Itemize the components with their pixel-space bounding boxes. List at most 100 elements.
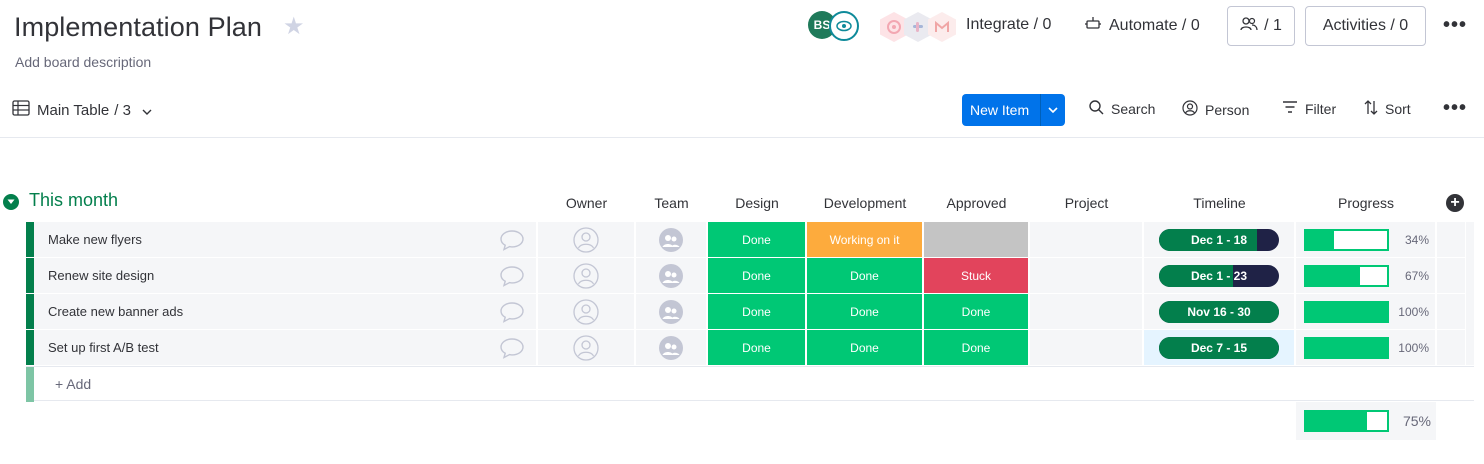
development-status[interactable]: Done	[807, 258, 923, 293]
column-header-project[interactable]: Project	[1030, 195, 1143, 211]
add-item-row[interactable]: + Add	[26, 366, 1474, 402]
team-placeholder-icon	[658, 227, 684, 253]
owner-cell[interactable]	[538, 294, 635, 329]
owner-cell[interactable]	[538, 258, 635, 293]
search-icon	[1089, 100, 1104, 118]
person-placeholder-icon	[573, 298, 599, 325]
board-title[interactable]: Implementation Plan	[14, 12, 262, 43]
robot-icon	[1085, 16, 1101, 35]
integrate-button[interactable]: Integrate / 0	[966, 16, 1051, 34]
people-icon	[1240, 16, 1258, 36]
project-cell[interactable]	[1030, 330, 1143, 365]
row-color-bar	[26, 258, 34, 293]
sort-button[interactable]: Sort	[1364, 100, 1411, 118]
main-table-view[interactable]: Main Table / 3	[12, 100, 152, 120]
automate-button[interactable]: Automate / 0	[1085, 16, 1200, 35]
group-collapse-icon[interactable]	[3, 194, 19, 210]
column-header-timeline[interactable]: Timeline	[1144, 195, 1295, 211]
group-title[interactable]: This month	[29, 190, 118, 211]
owner-cell[interactable]	[538, 222, 635, 257]
search-button[interactable]: Search	[1089, 100, 1155, 118]
row-color-bar	[26, 294, 34, 329]
item-name[interactable]: Set up first A/B test	[34, 330, 537, 365]
column-header-approved[interactable]: Approved	[924, 195, 1029, 211]
board-menu-button[interactable]: •••	[1443, 14, 1467, 37]
person-placeholder-icon	[573, 334, 599, 361]
team-cell[interactable]	[636, 294, 707, 329]
new-item-button[interactable]: New Item	[962, 94, 1065, 126]
owner-cell[interactable]	[538, 330, 635, 365]
approved-status[interactable]: Stuck	[924, 258, 1029, 293]
column-header-design[interactable]: Design	[708, 195, 806, 211]
progress-bar	[1304, 228, 1389, 251]
filter-button[interactable]: Filter	[1282, 100, 1336, 117]
toolbar-menu-button[interactable]: •••	[1443, 97, 1467, 120]
add-column-button[interactable]: +	[1446, 194, 1464, 212]
comment-icon[interactable]	[488, 258, 537, 293]
development-status[interactable]: Done	[807, 294, 923, 329]
design-status[interactable]: Done	[708, 294, 806, 329]
team-placeholder-icon	[658, 335, 684, 361]
person-filter-button[interactable]: Person	[1182, 100, 1249, 119]
progress-indicator: 34%	[1304, 222, 1436, 257]
design-status[interactable]: Done	[708, 258, 806, 293]
team-cell[interactable]	[636, 258, 707, 293]
board-description[interactable]: Add board description	[15, 54, 151, 70]
item-name[interactable]: Renew site design	[34, 258, 537, 293]
filter-icon	[1282, 100, 1298, 117]
project-cell[interactable]	[1030, 222, 1143, 257]
activities-button[interactable]: Activities / 0	[1305, 6, 1426, 46]
design-status[interactable]: Done	[708, 222, 806, 257]
star-icon[interactable]: ★	[283, 14, 305, 40]
empty-cell	[1437, 330, 1466, 365]
timeline-pill: Dec 1 - 18	[1159, 228, 1279, 251]
row-color-bar	[26, 330, 34, 365]
table-row[interactable]: Make new flyers Done Working on it Dec 1 - …	[26, 222, 1474, 257]
integration-gmail-icon	[926, 11, 958, 43]
team-cell[interactable]	[636, 330, 707, 365]
column-header-owner[interactable]: Owner	[538, 195, 635, 211]
watcher-eye-icon[interactable]	[829, 11, 859, 41]
column-header-team[interactable]: Team	[636, 195, 707, 211]
table-row[interactable]: Create new banner ads Done Done Done Nov 16 …	[26, 294, 1474, 329]
progress-summary: 75%	[1296, 402, 1436, 440]
item-name[interactable]: Create new banner ads	[34, 294, 537, 329]
project-cell[interactable]	[1030, 294, 1143, 329]
item-name[interactable]: Make new flyers	[34, 222, 537, 257]
approved-status[interactable]: Done	[924, 294, 1029, 329]
progress-indicator: 100%	[1304, 330, 1436, 365]
comment-icon[interactable]	[488, 294, 537, 329]
team-placeholder-icon	[658, 263, 684, 289]
approved-status[interactable]: Done	[924, 330, 1029, 365]
divider	[0, 137, 1484, 138]
comment-icon[interactable]	[488, 222, 537, 257]
progress-bar	[1304, 264, 1389, 287]
progress-indicator: 67%	[1304, 258, 1436, 293]
timeline-cell[interactable]: Dec 1 - 23	[1144, 258, 1295, 293]
project-cell[interactable]	[1030, 258, 1143, 293]
chevron-down-icon[interactable]	[142, 102, 152, 119]
development-status[interactable]: Working on it	[807, 222, 923, 257]
timeline-pill: Nov 16 - 30	[1159, 300, 1279, 323]
members-button[interactable]: / 1	[1227, 6, 1295, 46]
empty-cell	[1437, 294, 1466, 329]
comment-icon[interactable]	[488, 330, 537, 365]
team-placeholder-icon	[658, 299, 684, 325]
person-placeholder-icon	[573, 226, 599, 253]
team-cell[interactable]	[636, 222, 707, 257]
development-status[interactable]: Done	[807, 330, 923, 365]
approved-status[interactable]	[924, 222, 1029, 257]
column-header-development[interactable]: Development	[807, 195, 923, 211]
new-item-dropdown-icon[interactable]	[1041, 107, 1065, 113]
timeline-cell[interactable]: Dec 7 - 15	[1144, 330, 1295, 365]
summary-progress-bar	[1304, 410, 1389, 432]
table-row[interactable]: Renew site design Done Done Stuck Dec 1 - 23	[26, 258, 1474, 293]
timeline-cell[interactable]: Dec 1 - 18	[1144, 222, 1295, 257]
column-header-progress[interactable]: Progress	[1296, 195, 1436, 211]
table-row[interactable]: Set up first A/B test Done Done Done Dec 7 -…	[26, 330, 1474, 365]
progress-bar	[1304, 300, 1389, 323]
timeline-cell[interactable]: Nov 16 - 30	[1144, 294, 1295, 329]
design-status[interactable]: Done	[708, 330, 806, 365]
empty-cell	[1437, 258, 1466, 293]
table-icon	[12, 100, 30, 120]
